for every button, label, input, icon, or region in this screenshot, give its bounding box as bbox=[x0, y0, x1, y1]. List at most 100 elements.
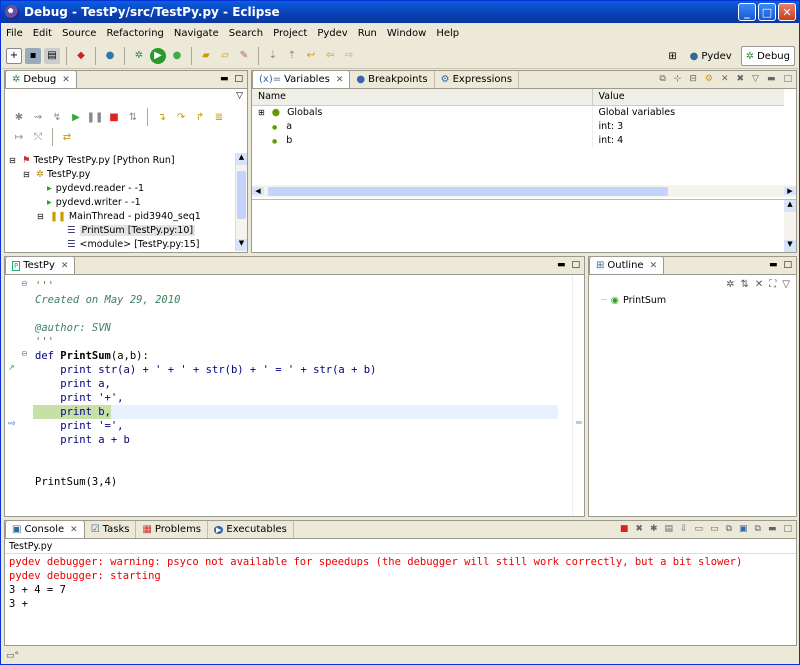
resume-icon[interactable]: ▶ bbox=[68, 109, 84, 125]
terminate-icon[interactable]: ■ bbox=[106, 109, 122, 125]
maximize-button[interactable]: □ bbox=[758, 3, 776, 21]
code-area[interactable]: ''' Created on May 29, 2010 @author: SVN… bbox=[33, 279, 559, 489]
menu-refactoring[interactable]: Refactoring bbox=[106, 28, 163, 39]
step-over-icon[interactable]: ↷ bbox=[173, 109, 189, 125]
minimize-button[interactable]: _ bbox=[738, 3, 756, 21]
close-tab-icon[interactable]: ✕ bbox=[650, 261, 658, 271]
tree-item-thread[interactable]: ▸ pydevd.reader - -1 bbox=[9, 181, 235, 195]
use-step-filters-icon[interactable]: ⤲ bbox=[30, 129, 46, 145]
instruction-stepping-icon[interactable]: ↦ bbox=[11, 129, 27, 145]
prev-annotation-icon[interactable]: ⇡ bbox=[284, 48, 300, 64]
close-tab-icon[interactable]: ✕ bbox=[62, 75, 70, 85]
back-icon[interactable]: ⇦ bbox=[322, 48, 338, 64]
collapse-icon[interactable]: ⊟ bbox=[23, 170, 33, 179]
minimize-view-icon[interactable]: ▬ bbox=[557, 260, 566, 270]
edit-icon[interactable]: ✎ bbox=[236, 48, 252, 64]
collapse-all-icon[interactable]: ⊟ bbox=[689, 74, 697, 84]
open-type-icon[interactable]: ● bbox=[102, 48, 118, 64]
maximize-view-icon[interactable]: □ bbox=[783, 524, 792, 534]
tab-testpy[interactable]: P TestPy ✕ bbox=[5, 256, 76, 274]
variables-hscrollbar[interactable]: ◀ ▶ bbox=[252, 185, 796, 197]
display-console-icon[interactable]: ▣ bbox=[739, 524, 748, 534]
step-into-icon[interactable]: ↴ bbox=[154, 109, 170, 125]
fold-icon[interactable]: ⊖ bbox=[21, 279, 28, 288]
tab-tasks[interactable]: ☑ Tasks bbox=[85, 521, 137, 538]
maximize-view-icon[interactable]: □ bbox=[783, 74, 792, 84]
console-output[interactable]: pydev debugger: warning: psyco not avail… bbox=[5, 554, 796, 611]
menu-edit[interactable]: Edit bbox=[33, 28, 52, 39]
expand-icon[interactable]: ⊞ bbox=[258, 108, 265, 117]
pin-console-icon[interactable]: ⧉ bbox=[726, 524, 732, 534]
fold-icon[interactable]: ⊖ bbox=[21, 349, 28, 358]
minimize-view-icon[interactable]: ▬ bbox=[767, 74, 776, 84]
connect-icon[interactable]: ⇝ bbox=[30, 109, 46, 125]
hide-icon[interactable]: ✕ bbox=[755, 279, 763, 290]
minimize-view-icon[interactable]: ▬ bbox=[220, 74, 229, 84]
minimize-view-icon[interactable]: ▬ bbox=[768, 524, 777, 534]
maximize-view-icon[interactable]: □ bbox=[571, 260, 580, 270]
view-menu-icon[interactable]: ▽ bbox=[782, 279, 790, 290]
drop-to-frame-icon[interactable]: ↯ bbox=[49, 109, 65, 125]
menu-run[interactable]: Run bbox=[358, 28, 377, 39]
open-console-icon[interactable]: ⧉ bbox=[755, 524, 761, 534]
step-return-icon[interactable]: ↱ bbox=[192, 109, 208, 125]
table-row[interactable]: ● a int: 3 bbox=[252, 119, 784, 133]
terminate-icon[interactable]: ■ bbox=[620, 524, 629, 534]
show-logical-icon[interactable]: ⊹ bbox=[674, 74, 682, 84]
table-row[interactable]: ● b int: 4 bbox=[252, 133, 784, 147]
perspective-debug[interactable]: ✲ Debug bbox=[740, 46, 795, 66]
minimize-view-icon[interactable]: ▬ bbox=[769, 260, 778, 270]
maximize-view-icon[interactable]: □ bbox=[234, 74, 243, 84]
show-type-names-icon[interactable]: ⧉ bbox=[659, 74, 665, 84]
debug-icon[interactable]: ✲ bbox=[131, 48, 147, 64]
show-on-error-icon[interactable]: ▭ bbox=[710, 524, 719, 534]
run-icon[interactable]: ▶ bbox=[150, 47, 166, 64]
remove-all-icon[interactable]: ✖ bbox=[737, 74, 745, 84]
open-file-icon[interactable]: ▱ bbox=[217, 48, 233, 64]
show-on-output-icon[interactable]: ▭ bbox=[695, 524, 704, 534]
sort-icon[interactable]: ⇅ bbox=[741, 279, 749, 290]
remove-all-terminated-icon[interactable]: ✱ bbox=[650, 524, 658, 534]
breakpoint-icon[interactable]: ↗ bbox=[8, 363, 15, 372]
close-tab-icon[interactable]: ✕ bbox=[70, 525, 78, 535]
link-editor-icon[interactable]: ⛶ bbox=[769, 279, 776, 290]
remove-terminated-icon[interactable]: ✱ bbox=[11, 109, 27, 125]
tree-item-thread[interactable]: ▸ pydevd.writer - -1 bbox=[9, 195, 235, 209]
link-icon[interactable]: ⇄ bbox=[59, 129, 75, 145]
close-button[interactable]: ✕ bbox=[778, 3, 796, 21]
menu-source[interactable]: Source bbox=[62, 28, 96, 39]
menu-project[interactable]: Project bbox=[273, 28, 307, 39]
tab-variables[interactable]: (x)= Variables ✕ bbox=[252, 70, 351, 88]
clear-console-icon[interactable]: ▤ bbox=[664, 524, 673, 534]
remove-launch-icon[interactable]: ✖ bbox=[635, 524, 643, 534]
filter-icon[interactable]: ✲ bbox=[726, 279, 734, 290]
tab-problems[interactable]: ▦ Problems bbox=[136, 521, 209, 538]
print-icon[interactable]: ▤ bbox=[44, 47, 60, 64]
tree-item-thread[interactable]: ⊟ ❚❚ MainThread - pid3940_seq1 bbox=[9, 209, 235, 223]
next-annotation-icon[interactable]: ⇣ bbox=[265, 48, 281, 64]
column-header-name[interactable]: Name bbox=[252, 89, 593, 105]
outline-item[interactable]: ┄ ◉ PrintSum bbox=[589, 293, 796, 307]
tree-item-launch[interactable]: ⊟ ⚑ TestPy TestPy.py [Python Run] bbox=[9, 153, 235, 167]
suspend-icon[interactable]: ❚❚ bbox=[87, 109, 104, 125]
last-edit-icon[interactable]: ↩ bbox=[303, 48, 319, 64]
fast-view-icon[interactable]: ▭° bbox=[6, 651, 19, 661]
tab-console[interactable]: ▣ Console ✕ bbox=[5, 520, 85, 538]
collapse-icon[interactable]: ⊟ bbox=[9, 156, 19, 165]
tree-item-stackframe[interactable]: ☰ <module> [TestPy.py:15] bbox=[9, 237, 235, 251]
table-row[interactable]: ⊞ ● Globals Global variables bbox=[252, 105, 784, 119]
tab-expressions[interactable]: ⚙ Expressions bbox=[435, 71, 520, 88]
tab-executables[interactable]: ▶ Executables bbox=[208, 521, 294, 538]
step-filters-icon[interactable]: ≣ bbox=[211, 109, 227, 125]
menu-pydev[interactable]: Pydev bbox=[317, 28, 347, 39]
open-perspective-icon[interactable]: ⊞ bbox=[665, 48, 681, 64]
external-tools-icon[interactable]: ● bbox=[169, 48, 185, 64]
open-folder-icon[interactable]: ▰ bbox=[198, 48, 214, 64]
view-menu-icon[interactable]: ▽ bbox=[236, 91, 243, 101]
collapse-icon[interactable]: ⊟ bbox=[37, 212, 47, 221]
perspective-pydev[interactable]: ● Pydev bbox=[685, 46, 737, 66]
scroll-lock-icon[interactable]: ⇩ bbox=[680, 524, 688, 534]
view-menu-icon[interactable]: ▽ bbox=[752, 74, 759, 84]
disconnect-icon[interactable]: ⇅ bbox=[125, 109, 141, 125]
menu-file[interactable]: File bbox=[6, 28, 23, 39]
